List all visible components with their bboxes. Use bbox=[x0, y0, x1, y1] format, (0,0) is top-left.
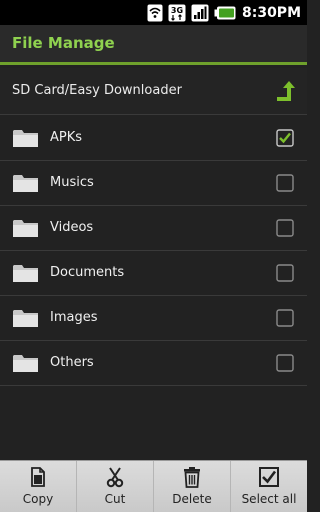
select-all-button[interactable]: Select all bbox=[231, 461, 307, 512]
app-title-bar: File Manage bbox=[0, 25, 307, 65]
select-all-label: Select all bbox=[241, 492, 297, 506]
network-3g-icon: 3G bbox=[168, 4, 186, 22]
folder-label: Others bbox=[50, 355, 94, 370]
checkbox[interactable] bbox=[276, 264, 294, 282]
checkbox-checked[interactable] bbox=[276, 129, 294, 147]
trash-icon bbox=[181, 466, 203, 488]
checkbox[interactable] bbox=[276, 219, 294, 237]
folder-icon bbox=[12, 262, 39, 284]
folder-row-apks[interactable]: APKs bbox=[0, 116, 307, 161]
copy-icon bbox=[27, 466, 49, 488]
status-bar: 3G 8:30PM bbox=[0, 0, 307, 25]
signal-icon bbox=[191, 4, 209, 22]
folder-label: Images bbox=[50, 310, 98, 325]
copy-label: Copy bbox=[22, 492, 54, 506]
folder-row-musics[interactable]: Musics bbox=[0, 161, 307, 206]
checkbox[interactable] bbox=[276, 309, 294, 327]
folder-row-others[interactable]: Others bbox=[0, 341, 307, 386]
folder-icon bbox=[12, 307, 39, 329]
path-bar: SD Card/Easy Downloader bbox=[0, 68, 307, 115]
folder-icon bbox=[12, 217, 39, 239]
battery-icon bbox=[214, 4, 236, 22]
folder-label: APKs bbox=[50, 130, 83, 145]
app-title: File Manage bbox=[12, 34, 115, 52]
wifi-icon bbox=[147, 4, 163, 22]
network-type: 3G bbox=[171, 6, 183, 15]
checkbox[interactable] bbox=[276, 354, 294, 372]
copy-button[interactable]: Copy bbox=[0, 461, 77, 512]
select-all-icon bbox=[258, 466, 280, 488]
folder-list: APKs Musics Videos Documents Images Othe… bbox=[0, 116, 307, 386]
folder-icon bbox=[12, 127, 39, 149]
folder-row-images[interactable]: Images bbox=[0, 296, 307, 341]
folder-row-documents[interactable]: Documents bbox=[0, 251, 307, 296]
folder-label: Documents bbox=[50, 265, 125, 280]
folder-icon bbox=[12, 172, 39, 194]
folder-row-videos[interactable]: Videos bbox=[0, 206, 307, 251]
folder-label: Musics bbox=[50, 175, 94, 190]
current-path: SD Card/Easy Downloader bbox=[12, 83, 182, 98]
cut-button[interactable]: Cut bbox=[77, 461, 154, 512]
scissors-icon bbox=[104, 466, 126, 488]
clock: 8:30PM bbox=[241, 4, 301, 21]
action-bar: Copy Cut Delete Select all bbox=[0, 460, 307, 512]
folder-label: Videos bbox=[50, 220, 94, 235]
folder-icon bbox=[12, 352, 39, 374]
delete-label: Delete bbox=[172, 492, 212, 506]
folder-up-icon[interactable] bbox=[273, 79, 299, 105]
cut-label: Cut bbox=[104, 492, 126, 506]
delete-button[interactable]: Delete bbox=[154, 461, 231, 512]
checkbox[interactable] bbox=[276, 174, 294, 192]
